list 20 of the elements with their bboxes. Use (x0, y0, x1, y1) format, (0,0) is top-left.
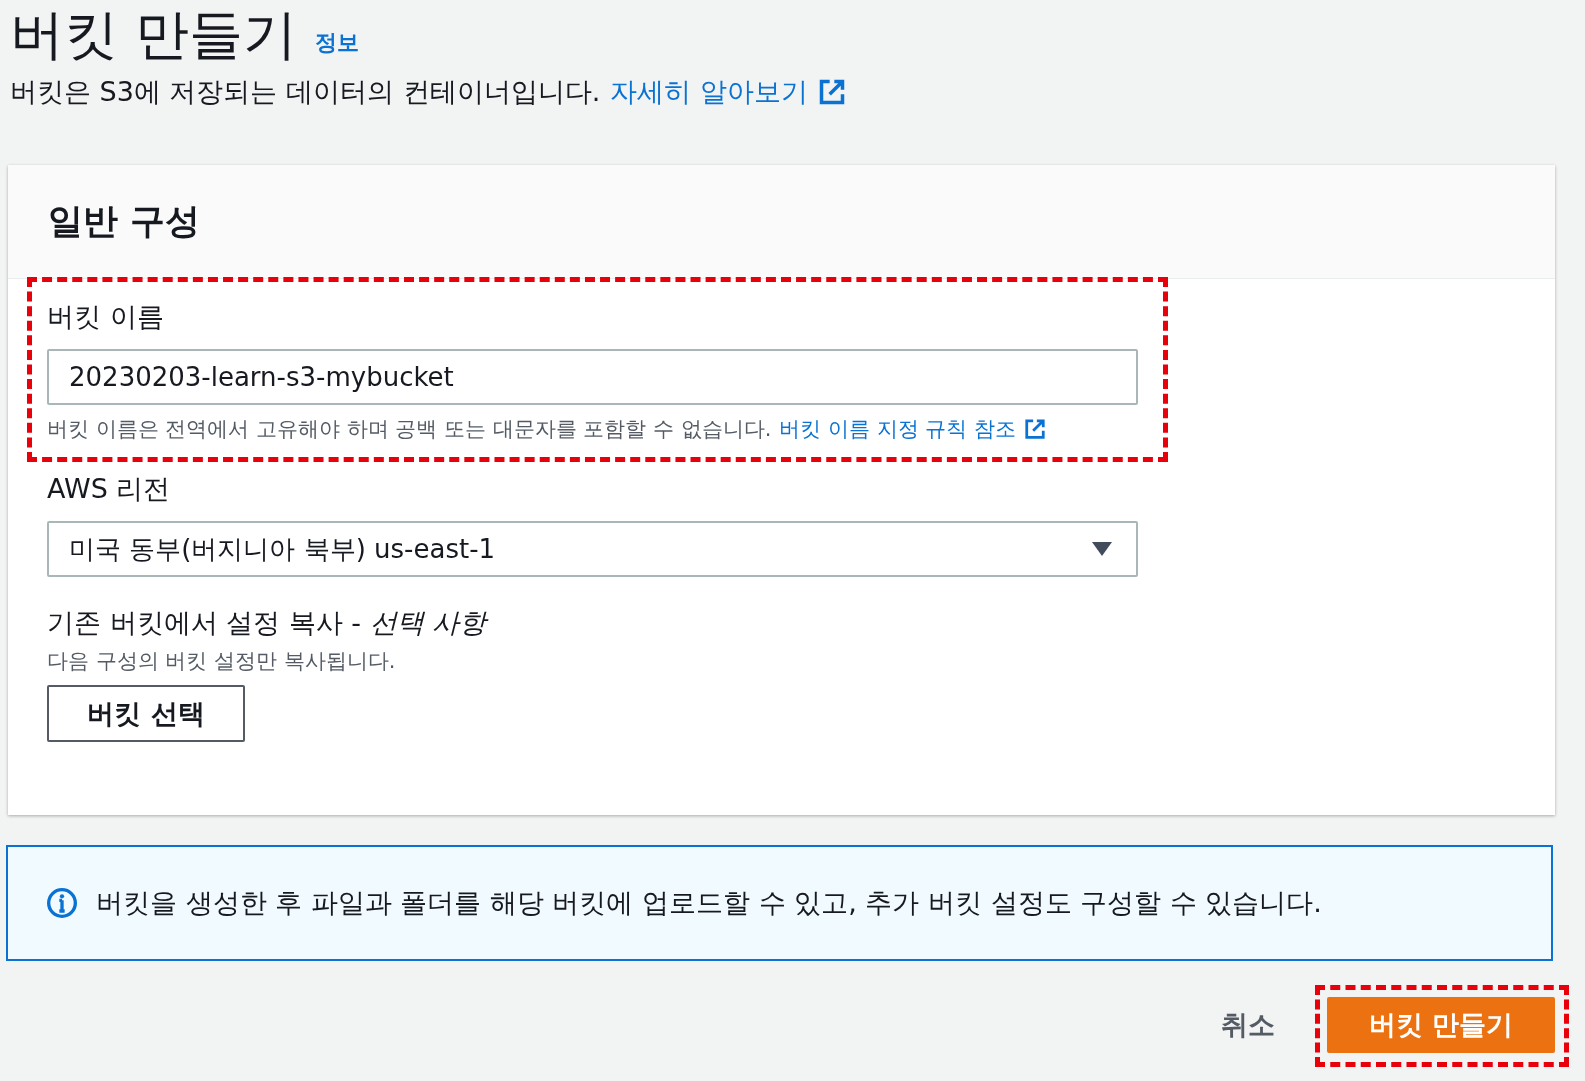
info-link[interactable]: 정보 (315, 28, 360, 70)
field-label: 버킷 이름 (47, 300, 165, 334)
external-link-icon (817, 78, 846, 106)
field-label: 기존 버킷에서 설정 복사 - 선택 사항 (47, 606, 490, 640)
section-title: 일반 구성 (48, 200, 201, 243)
field-description: 다음 구성의 버킷 설정만 복사됩니다. (47, 648, 397, 675)
cancel-button[interactable]: 취소 (1215, 1006, 1281, 1044)
info-icon (46, 887, 78, 919)
choose-bucket-button[interactable]: 버킷 선택 (47, 685, 245, 742)
field-label: AWS 리전 (47, 472, 172, 506)
field-hint: 버킷 이름은 전역에서 고유해야 하며 공백 또는 대문자를 포함할 수 없습니다. (47, 416, 772, 443)
region-select[interactable]: 미국 동부(버지니아 북부) us-east-1 (47, 521, 1138, 577)
caret-icon (1092, 542, 1112, 556)
learn-more-link[interactable]: 자세히 알아보기 (610, 74, 808, 110)
page-description: 버킷은 S3에 저장되는 데이터의 컨테이너입니다. (10, 75, 601, 109)
naming-rules-link[interactable]: 버킷 이름 지정 규칙 참조 (779, 415, 1017, 443)
page-title: 버킷 만들기 (10, 2, 298, 68)
alert-text: 버킷을 생성한 후 파일과 폴더를 해당 버킷에 업로드할 수 있고, 추가 버킷 설정도 구성할 수 있습니다. (96, 886, 1322, 920)
bucket-name-field[interactable]: 20230203-learn-s3-mybucket (47, 349, 1138, 405)
external-link-icon (1024, 418, 1047, 440)
